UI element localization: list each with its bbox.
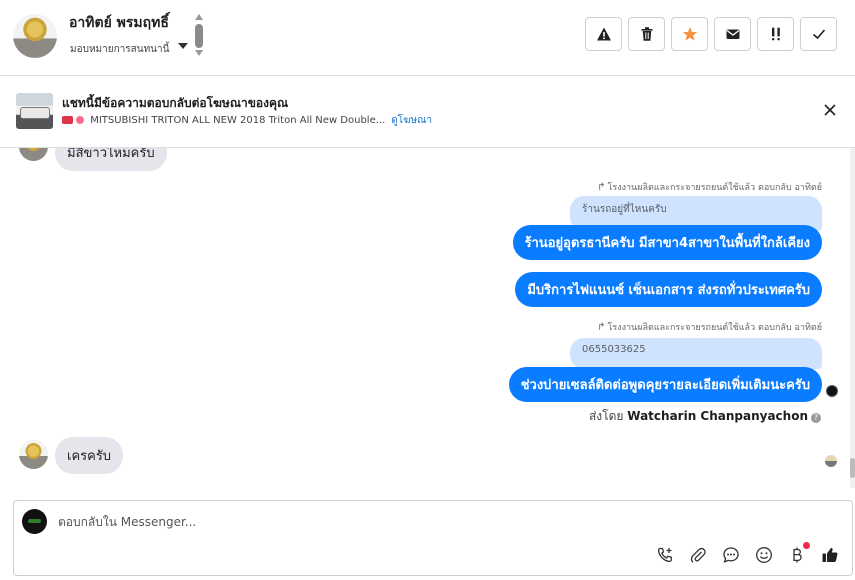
contact-avatar[interactable] — [13, 14, 57, 58]
star-button[interactable] — [671, 17, 708, 51]
reply-arrow-icon: ↱ — [597, 182, 606, 193]
inbox-conversation: อาทิตย์ พรมฤทธิ์ มอบหมายการสนทนานี้ แชทน… — [0, 0, 855, 580]
sent-by-prefix: ส่งโดย — [588, 409, 624, 423]
attachment-icon — [690, 547, 706, 563]
report-spam-button[interactable] — [585, 17, 622, 51]
car-emoji-icon — [62, 116, 73, 124]
star-icon — [682, 27, 697, 41]
delete-button[interactable] — [628, 17, 665, 51]
exclamation-icon — [771, 27, 780, 41]
conversation-header: อาทิตย์ พรมฤทธิ์ มอบหมายการสนทนานี้ — [0, 0, 855, 76]
follow-up-button[interactable] — [757, 17, 794, 51]
stepper-handle[interactable] — [195, 24, 203, 48]
composer-tools — [654, 542, 840, 565]
reply-input[interactable] — [58, 511, 658, 533]
ad-banner-title: แชทนี้มีข้อความตอบกลับต่อโฆษณาของคุณ — [62, 96, 289, 110]
saved-replies-button[interactable] — [720, 544, 741, 565]
chevron-down-icon[interactable] — [178, 43, 188, 49]
call-button[interactable] — [654, 544, 675, 565]
check-icon — [812, 29, 825, 40]
sparkle-emoji-icon — [76, 116, 84, 124]
sent-by-label: ส่งโดย Watcharin Chanpanyachon? — [589, 407, 821, 426]
saved-reply-icon — [722, 546, 739, 563]
ad-reply-banner: แชทนี้มีข้อความตอบกลับต่อโฆษณาของคุณ MIT… — [0, 76, 855, 148]
close-icon[interactable] — [823, 103, 837, 117]
reply-composer — [13, 500, 853, 576]
emoji-icon — [755, 546, 772, 563]
conversation-stepper[interactable] — [193, 14, 205, 60]
like-button[interactable] — [819, 544, 840, 565]
assign-conversation-label[interactable]: มอบหมายการสนทนานี้ — [70, 42, 169, 57]
mark-unread-button[interactable] — [714, 17, 751, 51]
like-icon — [822, 547, 837, 562]
contact-read-receipt — [825, 455, 837, 467]
reply-meta-label: ↱ โรงงานผลิตและกระจายรถยนต์ใช้แล้ว ตอบกลั… — [597, 180, 822, 194]
contact-name[interactable]: อาทิตย์ พรมฤทธิ์ — [69, 12, 169, 34]
page-avatar — [22, 509, 47, 534]
notification-dot — [803, 542, 810, 549]
contact-avatar-small — [19, 148, 48, 161]
call-icon — [657, 547, 672, 562]
payment-icon — [792, 547, 802, 562]
payment-button[interactable] — [786, 542, 810, 565]
page-read-receipt — [826, 385, 838, 397]
reply-arrow-icon: ↱ — [597, 322, 606, 333]
incoming-message[interactable]: มีสีขาวไหมครับ — [55, 148, 167, 171]
view-ad-link[interactable]: ดูโฆษณา — [391, 115, 432, 126]
contact-avatar-small — [19, 440, 48, 469]
ad-description-line: MITSUBISHI TRITON ALL NEW 2018 Triton Al… — [62, 113, 432, 128]
outgoing-message[interactable]: ร้านอยู่อุดรธานีครับ มีสาขา4สาขาในพื้นที… — [512, 225, 822, 260]
info-icon[interactable]: ? — [811, 413, 821, 423]
quoted-message[interactable]: 0655033625 — [570, 338, 822, 369]
scrollbar-thumb[interactable] — [850, 458, 855, 478]
reply-meta-text: โรงงานผลิตและกระจายรถยนต์ใช้แล้ว ตอบกลับ… — [607, 323, 822, 333]
message-thread[interactable]: มีสีขาวไหมครับ ↱ โรงงานผลิตและกระจายรถยนต… — [0, 148, 855, 498]
warning-icon — [596, 27, 611, 41]
sender-name: Watcharin Chanpanyachon — [627, 409, 808, 423]
emoji-button[interactable] — [753, 544, 774, 565]
arrow-down-icon[interactable] — [195, 50, 203, 56]
incoming-message[interactable]: เครครับ — [55, 437, 124, 474]
reply-meta-text: โรงงานผลิตและกระจายรถยนต์ใช้แล้ว ตอบกลับ… — [607, 183, 822, 193]
attach-button[interactable] — [687, 544, 708, 565]
header-actions — [585, 17, 837, 51]
envelope-icon — [726, 29, 739, 39]
ad-description: MITSUBISHI TRITON ALL NEW 2018 Triton Al… — [90, 115, 386, 126]
thread-scrollbar[interactable] — [850, 148, 855, 488]
outgoing-message[interactable]: ช่วงบ่ายเซลล์ติดต่อพูดคุยรายละเอียดเพิ่ม… — [508, 367, 822, 402]
arrow-up-icon[interactable] — [195, 14, 203, 20]
ad-thumbnail[interactable] — [16, 93, 53, 129]
trash-icon — [641, 27, 652, 41]
done-button[interactable] — [800, 17, 837, 51]
outgoing-message[interactable]: มีบริการไฟแนนซ์ เซ็นเอกสาร ส่งรถทั่วประเ… — [515, 272, 822, 307]
reply-meta-label: ↱ โรงงานผลิตและกระจายรถยนต์ใช้แล้ว ตอบกลั… — [597, 320, 822, 334]
